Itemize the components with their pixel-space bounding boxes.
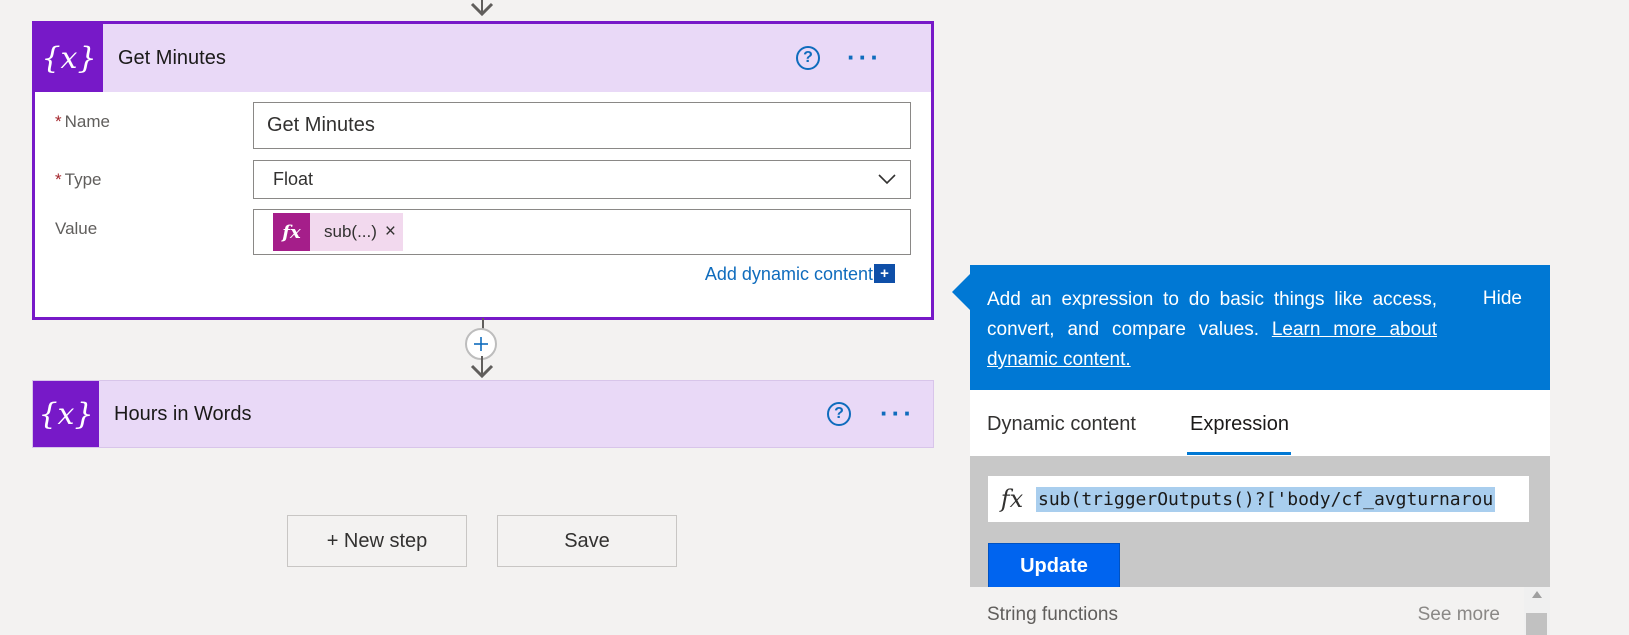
name-label: * Name xyxy=(55,112,110,131)
fx-icon: fx xyxy=(1000,485,1024,513)
expression-token[interactable]: fx sub(...) × xyxy=(273,213,404,251)
dynamic-content-panel: Add an expression to do basic things lik… xyxy=(970,265,1550,635)
plus-icon xyxy=(474,337,488,351)
card-title: Get Minutes xyxy=(118,46,226,69)
new-step-button[interactable]: + New step xyxy=(287,515,467,567)
tab-expression[interactable]: Expression xyxy=(1190,413,1289,436)
add-dynamic-content-link[interactable]: Add dynamic content xyxy=(705,264,873,285)
value-input[interactable]: fx sub(...) × xyxy=(253,209,911,255)
info-text: Add an expression to do basic things lik… xyxy=(987,289,1437,370)
scroll-up-icon[interactable] xyxy=(1532,591,1542,598)
connector-arrow-mid xyxy=(470,356,494,379)
panel-tabs: Dynamic content Expression xyxy=(970,390,1550,456)
section-label: String functions xyxy=(987,604,1118,625)
save-button[interactable]: Save xyxy=(497,515,677,567)
connector-arrow-top xyxy=(470,0,494,17)
type-select-value: Float xyxy=(273,169,314,189)
value-label: Value xyxy=(55,219,98,238)
required-mark: * xyxy=(55,170,62,189)
scroll-thumb[interactable] xyxy=(1526,613,1547,635)
name-input[interactable]: Get Minutes xyxy=(253,102,911,149)
more-options-icon[interactable]: ··· xyxy=(880,400,915,426)
active-tab-indicator xyxy=(1187,452,1291,455)
type-select[interactable]: Float xyxy=(253,160,911,199)
card-header[interactable]: {x} Hours in Words ? ··· xyxy=(33,381,933,447)
remove-token-icon[interactable]: × xyxy=(385,221,403,243)
expression-area: fx sub(triggerOutputs()?['body/cf_avgtur… xyxy=(970,456,1550,590)
expression-text[interactable]: sub(triggerOutputs()?['body/cf_avgturnar… xyxy=(1036,486,1496,512)
help-icon[interactable]: ? xyxy=(796,46,820,70)
expression-input[interactable]: fx sub(triggerOutputs()?['body/cf_avgtur… xyxy=(988,476,1529,522)
add-dynamic-content-icon[interactable]: + xyxy=(874,264,895,283)
action-card-get-minutes[interactable]: {x} Get Minutes ? ··· * Name Get Minutes … xyxy=(32,21,934,320)
token-label: sub(...) xyxy=(324,222,377,241)
required-mark: * xyxy=(55,112,62,131)
variable-icon: {x} xyxy=(33,381,99,447)
type-label: * Type xyxy=(55,170,102,189)
fx-icon: fx xyxy=(273,213,310,251)
card-title: Hours in Words xyxy=(114,402,252,425)
panel-scrollbar[interactable] xyxy=(1524,587,1550,635)
variable-icon: {x} xyxy=(35,24,103,92)
function-section-header: String functions See more xyxy=(970,587,1524,635)
chevron-down-icon xyxy=(878,174,896,185)
card-header[interactable]: {x} Get Minutes ? ··· xyxy=(35,24,931,92)
see-more-link[interactable]: See more xyxy=(1418,604,1500,626)
panel-pointer xyxy=(952,274,970,310)
tab-dynamic-content[interactable]: Dynamic content xyxy=(987,413,1136,436)
help-icon[interactable]: ? xyxy=(827,402,851,426)
action-card-hours-in-words[interactable]: {x} Hours in Words ? ··· xyxy=(32,380,934,448)
panel-info-banner: Add an expression to do basic things lik… xyxy=(970,265,1550,390)
update-button[interactable]: Update xyxy=(988,543,1120,590)
more-options-icon[interactable]: ··· xyxy=(847,44,882,70)
hide-button[interactable]: Hide xyxy=(1483,288,1522,310)
